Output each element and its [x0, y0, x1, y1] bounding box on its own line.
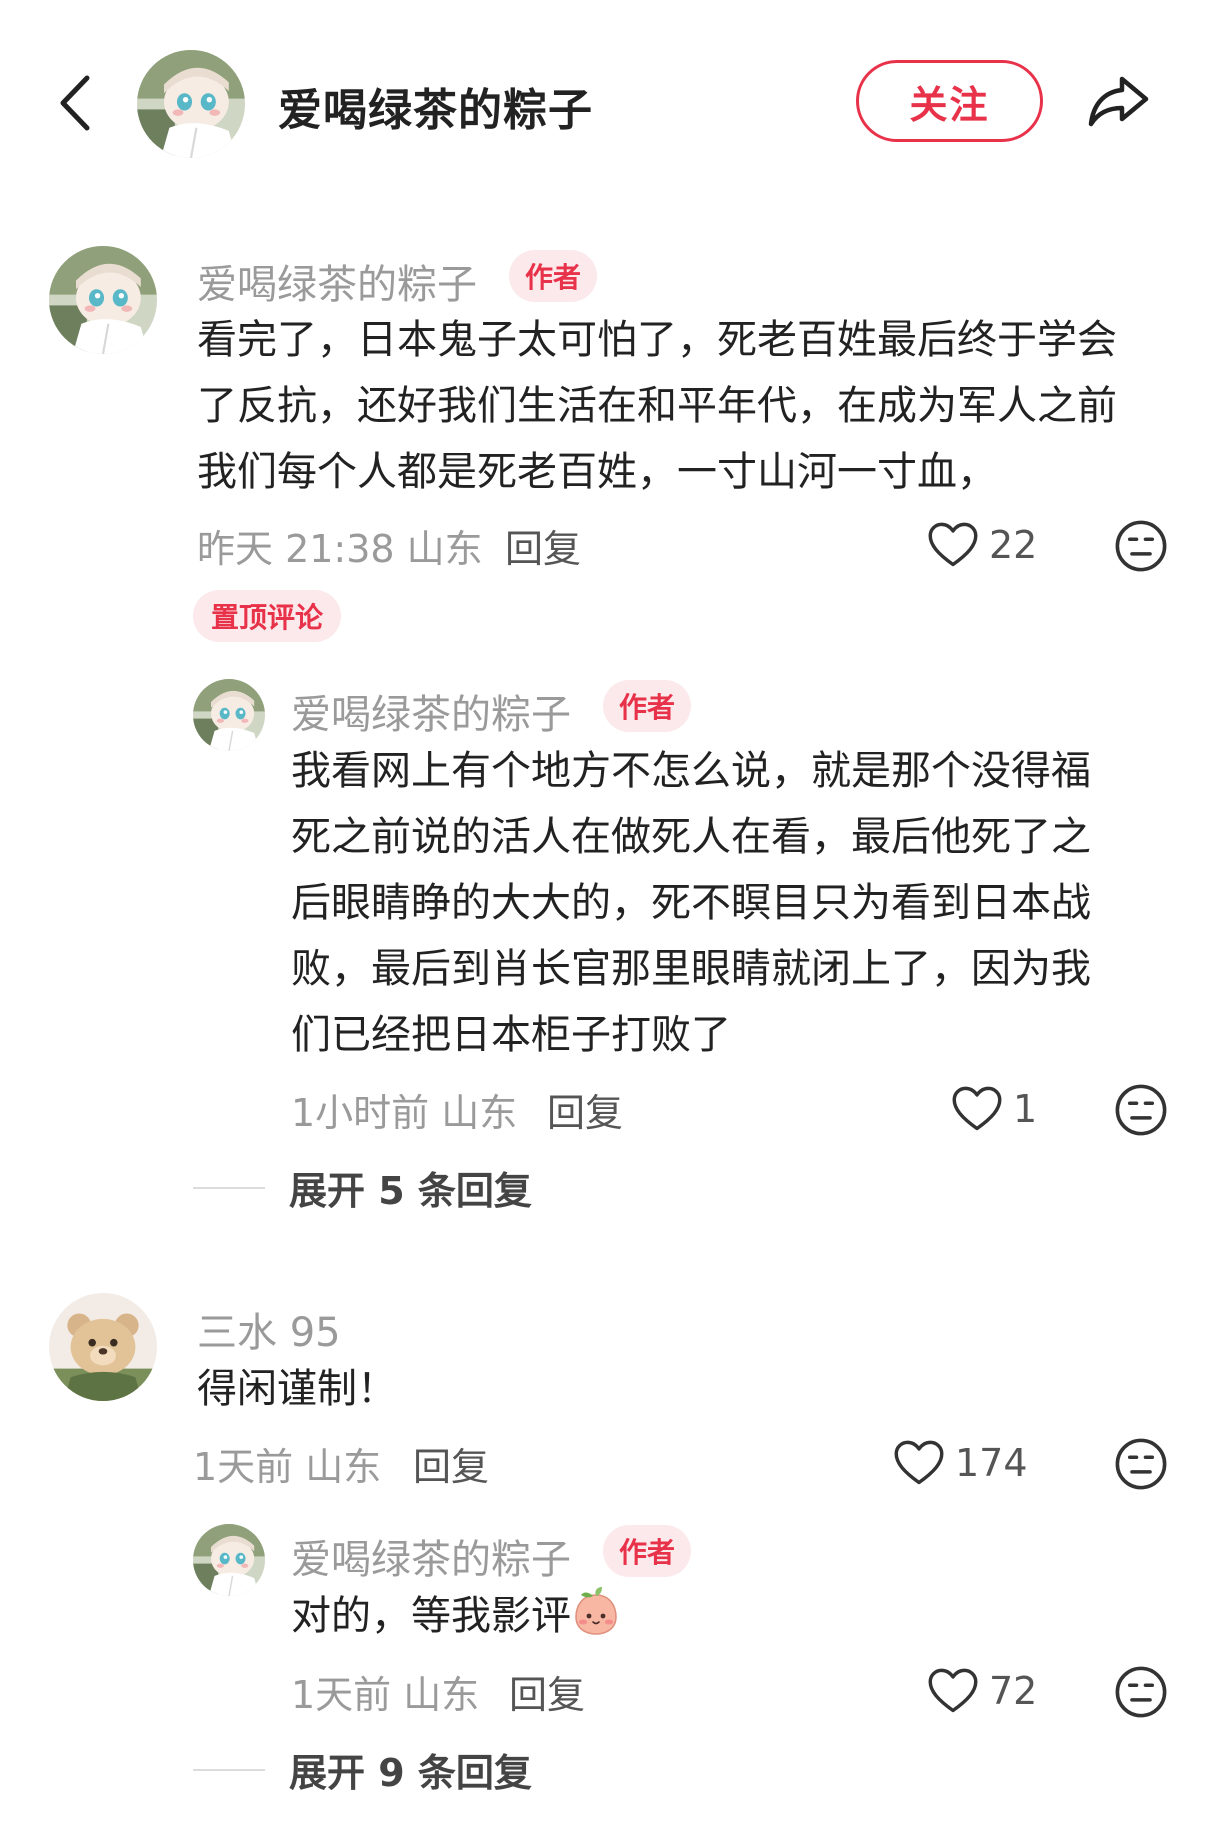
reply-line: 后眼睛睁的大大的，死不瞑目只为看到日本战 [291, 880, 1091, 926]
author-tag: 作者 [603, 1525, 692, 1577]
like-count: 22 [989, 523, 1038, 567]
reply-line: 死之前说的活人在做死人在看，最后他死了之 [291, 814, 1091, 860]
neutral-face-icon [1114, 1437, 1168, 1491]
reply-username[interactable]: 爱喝绿茶的粽子 [291, 1527, 571, 1585]
comment-username[interactable]: 三水 95 [197, 1300, 341, 1358]
follow-button[interactable]: 关注 [856, 60, 1043, 142]
avatar[interactable] [49, 1293, 157, 1401]
reply-button[interactable]: 回复 [547, 1082, 623, 1137]
reply-line: 我看网上有个地方不怎么说，就是那个没得福 [291, 748, 1091, 794]
top-nav-bar: 爱喝绿茶的粽子 关注 [0, 0, 1206, 205]
comment-line: 了反抗，还好我们生活在和平年代，在成为军人之前 [197, 383, 1117, 429]
emoji-reaction-button[interactable] [1113, 1436, 1169, 1492]
chevron-left-icon [60, 75, 90, 131]
comment-line: 我们每个人都是死老百姓，一寸山河一寸血， [197, 449, 997, 495]
divider [193, 1186, 265, 1189]
reply-text[interactable]: 我看网上有个地方不怎么说，就是那个没得福 死之前说的活人在做死人在看，最后他死了… [291, 738, 1091, 1068]
back-button[interactable] [50, 68, 100, 138]
comment-text[interactable]: 得闲谨制！ [197, 1356, 397, 1422]
header-avatar[interactable] [137, 50, 245, 158]
reply-time-location: 1天前 山东 [291, 1673, 480, 1717]
comment-page: 爱喝绿茶的粽子 关注 爱喝绿茶的粽子 作者 看完了，日本鬼子太可怕了，死老百姓最… [0, 0, 1206, 1834]
avatar[interactable] [49, 246, 157, 354]
reply-button[interactable]: 回复 [413, 1436, 489, 1491]
comment-line: 得闲谨制！ [197, 1366, 397, 1412]
pinned-comment-tag: 置顶评论 [193, 590, 342, 642]
like-count: 174 [955, 1441, 1028, 1485]
emoji-reaction-button[interactable] [1113, 1664, 1169, 1720]
neutral-face-icon [1114, 1083, 1168, 1137]
like-button[interactable]: 72 [927, 1663, 1037, 1719]
comment-time-location: 1天前 山东 [193, 1445, 382, 1489]
author-tag: 作者 [603, 680, 692, 732]
emoji-reaction-button[interactable] [1113, 1082, 1169, 1138]
divider [193, 1768, 265, 1771]
neutral-face-icon [1114, 1665, 1168, 1719]
reply-button[interactable]: 回复 [505, 518, 581, 573]
reply-button[interactable]: 回复 [509, 1664, 585, 1719]
comment-text[interactable]: 看完了，日本鬼子太可怕了，死老百姓最后终于学会 了反抗，还好我们生活在和平年代，… [197, 307, 1117, 505]
like-count: 1 [1013, 1087, 1038, 1131]
reply-time-location: 1小时前 山东 [291, 1091, 518, 1135]
heart-outline-icon [927, 1667, 979, 1715]
like-count: 72 [989, 1669, 1038, 1713]
reply-line: 对的，等我影评 [291, 1593, 571, 1639]
expand-replies-label: 展开 9 条回复 [289, 1751, 532, 1795]
reply-username[interactable]: 爱喝绿茶的粽子 [291, 682, 571, 740]
expand-replies-button[interactable]: 展开 5 条回复 [193, 1160, 532, 1215]
like-button[interactable]: 1 [951, 1081, 1037, 1137]
heart-outline-icon [893, 1439, 945, 1487]
emoji-reaction-button[interactable] [1113, 518, 1169, 574]
avatar[interactable] [193, 1524, 265, 1596]
reply-line: 败，最后到肖长官那里眼睛就闭上了，因为我 [291, 946, 1091, 992]
heart-outline-icon [951, 1085, 1003, 1133]
like-button[interactable]: 22 [927, 517, 1037, 573]
comment-time-location: 昨天 21:38 山东 [197, 527, 483, 571]
peach-face-emoji [575, 1587, 617, 1635]
heart-outline-icon [927, 521, 979, 569]
share-arrow-icon [1088, 76, 1149, 127]
page-title[interactable]: 爱喝绿茶的粽子 [278, 74, 593, 138]
expand-replies-label: 展开 5 条回复 [289, 1169, 532, 1213]
comment-line: 看完了，日本鬼子太可怕了，死老百姓最后终于学会 [197, 317, 1117, 363]
share-button[interactable] [1082, 65, 1154, 137]
author-tag: 作者 [509, 250, 598, 302]
reply-text[interactable]: 对的，等我影评 [291, 1583, 621, 1649]
reply-line: 们已经把日本柜子打败了 [291, 1012, 731, 1058]
neutral-face-icon [1114, 519, 1168, 573]
expand-replies-button[interactable]: 展开 9 条回复 [193, 1742, 532, 1797]
like-button[interactable]: 174 [893, 1435, 1028, 1491]
comment-username[interactable]: 爱喝绿茶的粽子 [197, 252, 477, 310]
avatar[interactable] [193, 679, 265, 751]
